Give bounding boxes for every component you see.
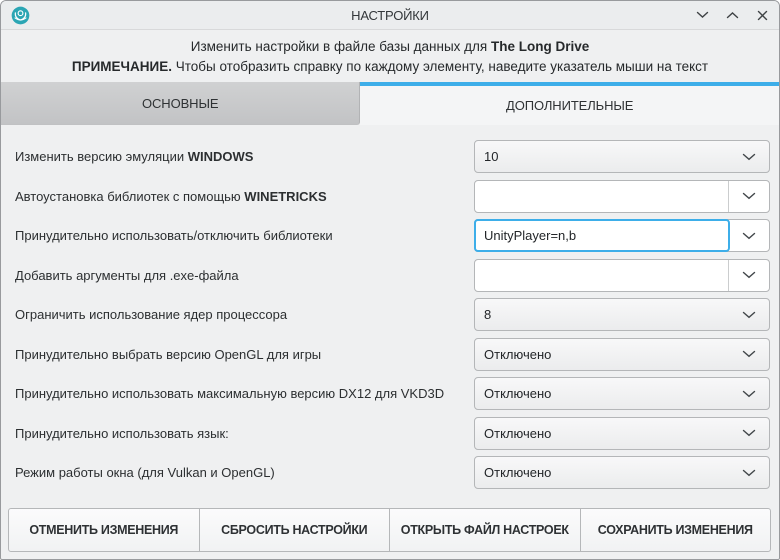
maximize-icon[interactable] <box>725 8 739 22</box>
exe-arguments-combobox[interactable] <box>474 259 770 292</box>
window-mode-dropdown[interactable]: Отключено <box>474 456 770 489</box>
exe-arguments-input[interactable] <box>475 260 728 291</box>
chevron-down-icon <box>729 141 769 172</box>
form-row: Автоустановка библиотек с помощью WINETR… <box>15 180 770 213</box>
opengl-version-value: Отключено <box>475 347 729 362</box>
opengl-version-label: Принудительно выбрать версию OpenGL для … <box>15 347 474 362</box>
chevron-down-icon <box>729 299 769 330</box>
cpu-cores-dropdown[interactable]: 8 <box>474 298 770 331</box>
force-language-label: Принудительно использовать язык: <box>15 426 474 441</box>
dialog-description: Изменить настройки в файле базы данных д… <box>1 30 779 82</box>
description-line1: Изменить настройки в файле базы данных д… <box>1 37 779 57</box>
form-row: Принудительно использовать язык: Отключе… <box>15 417 770 450</box>
winetricks-input[interactable] <box>475 181 728 212</box>
tab-main-label: ОСНОВНЫЕ <box>142 96 218 111</box>
tab-advanced-label: ДОПОЛНИТЕЛЬНЫЕ <box>506 98 633 113</box>
vkd3d-dx12-label: Принудительно использовать максимальную … <box>15 386 474 401</box>
force-libraries-input[interactable] <box>475 220 728 251</box>
form-row: Принудительно выбрать версию OpenGL для … <box>15 338 770 371</box>
tab-advanced[interactable]: ДОПОЛНИТЕЛЬНЫЕ <box>360 82 779 125</box>
settings-window: НАСТРОЙКИ Изменить настройки в файле баз… <box>0 0 780 560</box>
force-libraries-label: Принудительно использовать/отключить биб… <box>15 228 474 243</box>
tab-main[interactable]: ОСНОВНЫЕ <box>1 82 360 125</box>
chevron-down-icon <box>729 339 769 370</box>
tab-bar: ОСНОВНЫЕ ДОПОЛНИТЕЛЬНЫЕ <box>1 82 779 125</box>
form-row: Принудительно использовать максимальную … <box>15 377 770 410</box>
chevron-down-icon <box>728 220 769 251</box>
vkd3d-dx12-dropdown[interactable]: Отключено <box>474 377 770 410</box>
form-row: Изменить версию эмуляции WINDOWS 10 <box>15 140 770 173</box>
form-row: Ограничить использование ядер процессора… <box>15 298 770 331</box>
winetricks-combobox[interactable] <box>474 180 770 213</box>
chevron-down-icon <box>729 418 769 449</box>
opengl-version-dropdown[interactable]: Отключено <box>474 338 770 371</box>
advanced-settings-form: Изменить версию эмуляции WINDOWS 10 Авто… <box>1 125 779 489</box>
vkd3d-dx12-value: Отключено <box>475 386 729 401</box>
cancel-changes-button[interactable]: ОТМЕНИТЬ ИЗМЕНЕНИЯ <box>8 508 200 552</box>
form-row: Добавить аргументы для .exe-файла <box>15 259 770 292</box>
chevron-down-icon <box>729 378 769 409</box>
open-settings-file-button[interactable]: ОТКРЫТЬ ФАЙЛ НАСТРОЕК <box>389 508 581 552</box>
window-mode-label: Режим работы окна (для Vulkan и OpenGL) <box>15 465 474 480</box>
windows-version-label: Изменить версию эмуляции WINDOWS <box>15 149 474 164</box>
window-controls <box>695 8 769 22</box>
description-line2: ПРИМЕЧАНИЕ. Чтобы отобразить справку по … <box>1 57 779 77</box>
window-mode-value: Отключено <box>475 465 729 480</box>
force-libraries-combobox[interactable] <box>474 219 770 252</box>
action-buttons: ОТМЕНИТЬ ИЗМЕНЕНИЯ СБРОСИТЬ НАСТРОЙКИ ОТ… <box>8 508 771 552</box>
force-language-dropdown[interactable]: Отключено <box>474 417 770 450</box>
force-language-value: Отключено <box>475 426 729 441</box>
cpu-cores-label: Ограничить использование ядер процессора <box>15 307 474 322</box>
form-row: Режим работы окна (для Vulkan и OpenGL) … <box>15 456 770 489</box>
form-row: Принудительно использовать/отключить биб… <box>15 219 770 252</box>
windows-version-dropdown[interactable]: 10 <box>474 140 770 173</box>
close-icon[interactable] <box>755 8 769 22</box>
minimize-icon[interactable] <box>695 8 709 22</box>
chevron-down-icon <box>728 181 769 212</box>
reset-settings-button[interactable]: СБРОСИТЬ НАСТРОЙКИ <box>199 508 391 552</box>
cpu-cores-value: 8 <box>475 307 729 322</box>
windows-version-value: 10 <box>475 149 729 164</box>
window-title: НАСТРОЙКИ <box>1 8 779 23</box>
exe-arguments-label: Добавить аргументы для .exe-файла <box>15 268 474 283</box>
chevron-down-icon <box>729 457 769 488</box>
winetricks-label: Автоустановка библиотек с помощью WINETR… <box>15 189 474 204</box>
chevron-down-icon <box>728 260 769 291</box>
save-changes-button[interactable]: СОХРАНИТЬ ИЗМЕНЕНИЯ <box>580 508 772 552</box>
titlebar: НАСТРОЙКИ <box>1 1 779 30</box>
